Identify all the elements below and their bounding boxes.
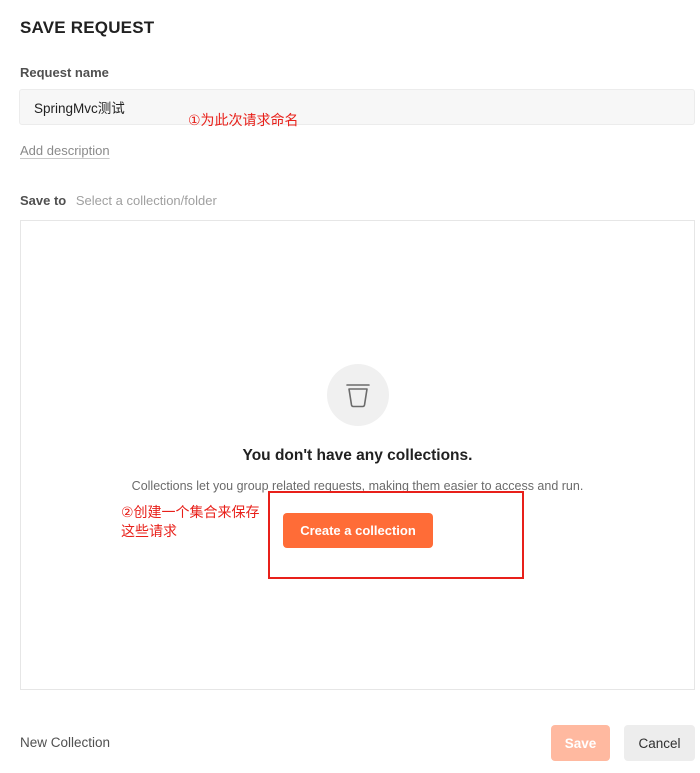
new-collection-link[interactable]: New Collection [20,735,110,750]
save-request-dialog: SAVE REQUEST Request name ①为此次请求命名 Add d… [0,0,700,773]
empty-state-icon-circle [327,364,389,426]
save-to-label: Save to [20,193,67,208]
save-to-row: Save to Select a collection/folder [20,193,217,208]
collection-picker-panel: You don't have any collections. Collecti… [20,220,695,690]
save-to-path-placeholder: Select a collection/folder [75,193,217,208]
empty-state-description: Collections let you group related reques… [131,479,584,493]
request-name-label: Request name [20,65,109,80]
dialog-title: SAVE REQUEST [20,18,155,37]
cancel-button[interactable]: Cancel [624,725,695,761]
annotation-step-1: ①为此次请求命名 [188,113,299,129]
annotation-step-2: ②创建一个集合来保存这些请求 [121,505,260,540]
add-description-link[interactable]: Add description [20,143,110,158]
save-button[interactable]: Save [551,725,610,761]
request-name-input[interactable] [19,89,695,125]
create-collection-button[interactable]: Create a collection [283,513,433,548]
trash-icon [346,384,370,408]
empty-state-heading: You don't have any collections. [242,447,473,464]
